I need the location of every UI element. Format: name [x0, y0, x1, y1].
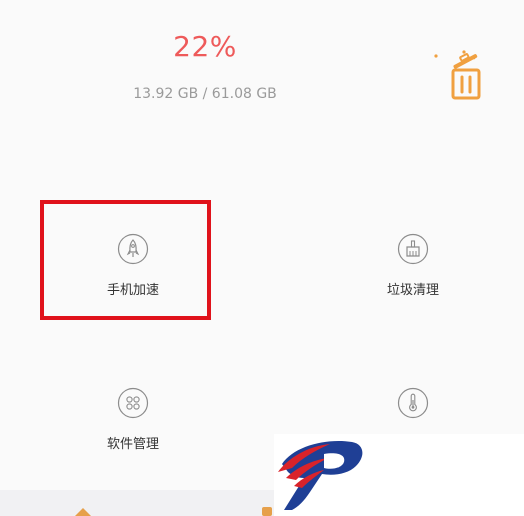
trash-bin-icon [434, 50, 481, 100]
tile-software-management[interactable]: 软件管理 [43, 357, 223, 467]
tile-label: 垃圾清理 [386, 283, 439, 298]
watermark-logo [274, 434, 524, 516]
clean-trash-button[interactable] [430, 46, 490, 104]
home-icon[interactable] [72, 505, 94, 516]
storage-screen: 22% 13.92 GB / 61.08 GB 手机加速 垃圾清理 软件管理 [0, 0, 524, 516]
storage-percent: 22% [173, 30, 237, 63]
broom-icon [397, 233, 429, 265]
thermometer-icon [397, 387, 429, 419]
highlight-box [40, 200, 211, 320]
grid-apps-icon [117, 387, 149, 419]
tile-label: 软件管理 [106, 437, 159, 452]
storage-detail: 13.92 GB / 61.08 GB [133, 86, 277, 102]
nav-tab-marker[interactable] [262, 507, 272, 516]
tile-junk-cleanup[interactable]: 垃圾清理 [323, 203, 503, 313]
